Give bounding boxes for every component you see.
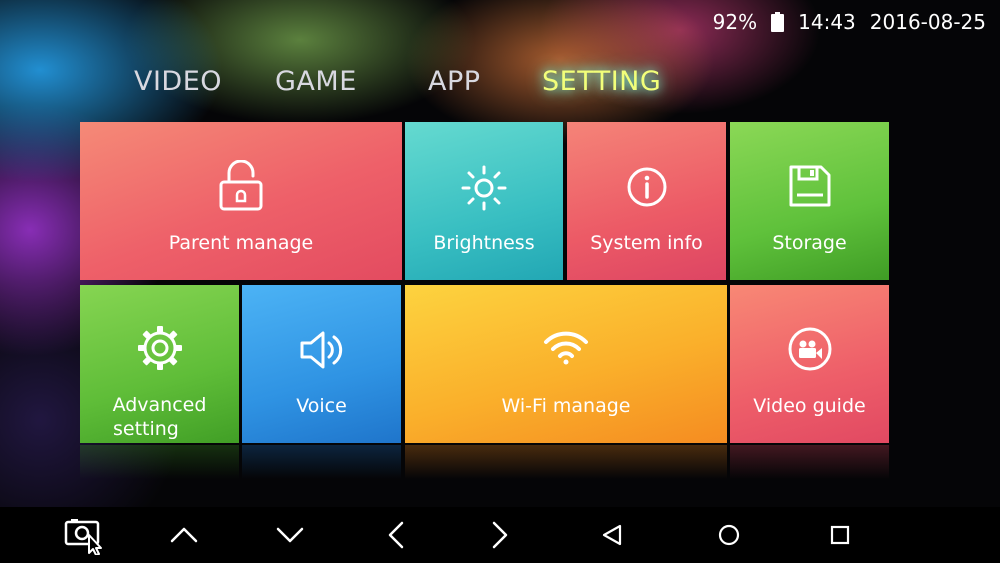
tile-reflection [730,445,889,479]
tile-label: System info [590,232,703,254]
wifi-icon [544,331,588,365]
recents-square-icon [830,525,850,545]
back-triangle-icon [602,524,622,546]
tile-label: Parent manage [168,232,314,254]
voice-tile[interactable]: Voice [242,285,401,443]
home-circle-icon [718,524,740,546]
wifi-manage-tile[interactable]: Wi-Fi manage [405,285,727,443]
chevron-right-icon [492,521,508,549]
tab-video[interactable]: VIDEO [134,66,222,97]
video-guide-tile[interactable]: Video guide [730,285,889,443]
tile-label: Brightness [433,232,535,254]
chevron-left-icon [388,521,404,549]
tile-label: Storage [772,232,847,254]
tile-label: Advanced setting [80,393,239,441]
clock-time: 14:43 [798,10,856,34]
chevron-down-icon [276,527,304,543]
home-button[interactable] [699,507,759,563]
battery-icon [771,12,785,32]
storage-tile[interactable]: Storage [730,122,889,280]
back-button[interactable] [582,507,642,563]
tile-label-line1: Advanced [112,394,207,416]
status-bar: 92% 14:43 2016-08-25 [713,8,986,36]
speaker-icon [300,331,342,369]
screenshot-icon [64,519,102,555]
previous-button[interactable] [366,507,426,563]
tile-reflection [242,445,401,479]
battery-percent: 92% [712,10,758,34]
sun-icon [461,165,507,211]
category-tabs: VIDEO GAME APP SETTING [0,66,1000,106]
brightness-tile[interactable]: Brightness [405,122,563,280]
tile-reflection [405,445,727,479]
next-button[interactable] [470,507,530,563]
tile-label: Video guide [753,395,866,417]
unlock-icon [219,160,263,211]
chevron-up-icon [170,527,198,543]
screenshot-button[interactable] [55,507,115,563]
floppy-disk-icon [789,165,830,207]
tab-game[interactable]: GAME [275,66,357,97]
parent-manage-tile[interactable]: Parent manage [80,122,402,280]
advanced-setting-tile[interactable]: Advanced setting [80,285,239,443]
scroll-down-button[interactable] [260,507,320,563]
recents-button[interactable] [810,507,870,563]
info-icon [627,167,666,207]
scroll-up-button[interactable] [154,507,214,563]
tile-label: Voice [296,395,347,417]
tile-label-line2: setting [113,418,179,440]
tab-setting[interactable]: SETTING [542,66,661,97]
navigation-bar [0,507,1000,563]
tile-label: Wi-Fi manage [501,395,631,417]
video-camera-icon [788,327,831,371]
tile-reflection [80,445,239,479]
date: 2016-08-25 [869,10,986,34]
system-info-tile[interactable]: System info [567,122,726,280]
tab-app[interactable]: APP [428,66,481,97]
gear-icon [137,326,182,370]
